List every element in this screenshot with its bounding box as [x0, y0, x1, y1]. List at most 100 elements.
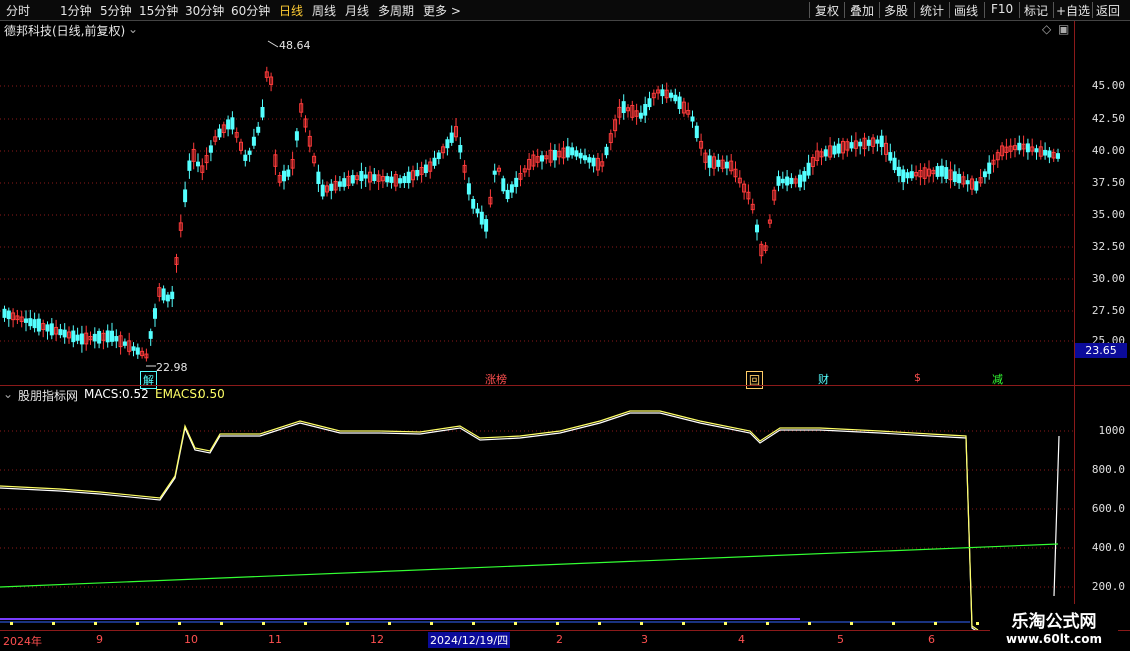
candle-body — [823, 149, 828, 157]
indicator-tick: 800.0 — [1091, 463, 1125, 476]
indicator-chart[interactable] — [0, 386, 1074, 630]
diamond-icon[interactable]: ◇ — [1042, 22, 1051, 36]
statistics-button[interactable]: 统计 — [920, 2, 944, 19]
candle-body — [896, 166, 901, 177]
period-tab-daily[interactable]: 日线 — [279, 2, 303, 19]
period-tab-intraday[interactable]: 分时 — [6, 2, 30, 19]
candle-body — [320, 184, 325, 197]
candle-body — [350, 175, 355, 184]
candle-body — [6, 310, 11, 320]
last-price-marker: 23.65 — [1075, 343, 1127, 358]
candle-body — [574, 150, 579, 157]
period-tab-15min[interactable]: 15分钟 — [139, 2, 178, 19]
candle-body — [974, 181, 979, 191]
more-label: 更多 — [423, 4, 448, 18]
candle-body — [806, 162, 811, 176]
add-favorite-button[interactable]: +自选 — [1056, 2, 1090, 19]
bottom-marker — [892, 622, 895, 625]
candle-body — [836, 143, 841, 154]
candle-body — [466, 183, 471, 195]
candle-body — [982, 171, 987, 178]
back-button[interactable]: 返回 — [1096, 2, 1120, 19]
candle-body — [514, 177, 519, 187]
candle-body — [583, 155, 587, 161]
bottom-marker — [136, 622, 139, 625]
candle-body — [32, 319, 37, 329]
fuquan-button[interactable]: 复权 — [815, 2, 839, 19]
period-tab-weekly[interactable]: 周线 — [312, 2, 336, 19]
candle-body — [832, 145, 837, 155]
candle-body — [638, 112, 643, 119]
candle-body — [716, 159, 721, 167]
candlestick-panel[interactable]: 德邦科技(日线,前复权) ⌄ ◇ ▣ 48.64 22.98 解 涨榜 回 财 … — [0, 21, 1074, 389]
candle-body — [316, 171, 321, 184]
bottom-marker — [514, 622, 517, 625]
candlestick-chart[interactable] — [0, 21, 1074, 386]
period-tab-multi[interactable]: 多周期 — [378, 2, 414, 19]
period-tab-30min[interactable]: 30分钟 — [185, 2, 224, 19]
candle-body — [92, 333, 97, 342]
watermark-title: 乐淘公式网 — [1011, 612, 1097, 632]
period-tab-60min[interactable]: 60分钟 — [231, 2, 270, 19]
candle-body — [75, 334, 80, 341]
date-label: 2 — [556, 633, 563, 646]
candle-body — [492, 170, 497, 175]
candle-body — [939, 165, 944, 177]
indicator-axis: 1000 800.0 600.0 400.0 200.0 — [1074, 386, 1130, 630]
candle-body — [587, 157, 592, 163]
candle-body — [28, 318, 33, 327]
panel-toggle-icon[interactable]: ▣ — [1058, 22, 1069, 36]
candle-body — [540, 155, 544, 162]
date-axis: 2024年 9 10 11 12 2024/12/19/四 2 3 4 5 6 — [0, 630, 1130, 651]
candle-body — [256, 126, 261, 133]
candle-body — [196, 161, 200, 167]
f10-button[interactable]: F10 — [991, 2, 1013, 16]
multi-stock-button[interactable]: 多股 — [884, 2, 908, 19]
price-tick: 42.50 — [1091, 112, 1125, 125]
bottom-marker — [766, 622, 769, 625]
price-axis: 45.00 42.50 40.00 37.50 35.00 32.50 30.0… — [1074, 21, 1130, 386]
period-tab-monthly[interactable]: 月线 — [345, 2, 369, 19]
candle-body — [36, 318, 41, 332]
candle-body — [1034, 148, 1039, 153]
candle-body — [952, 171, 957, 183]
candle-body — [251, 136, 256, 146]
candle-body — [445, 139, 450, 149]
bottom-marker — [808, 622, 811, 625]
date-label: 12 — [370, 633, 384, 646]
candle-body — [458, 144, 463, 153]
period-tab-1min[interactable]: 1分钟 — [60, 2, 92, 19]
period-tab-5min[interactable]: 5分钟 — [100, 2, 132, 19]
candle-body — [217, 128, 222, 138]
candle-body — [423, 164, 428, 174]
bottom-marker — [640, 622, 643, 625]
event-badge-dividend[interactable]: $ — [912, 371, 923, 384]
period-tab-more[interactable]: 更多 > — [423, 2, 461, 19]
indicator-panel[interactable]: ⌄ 股朋指标网 MACS: 0.52 EMACS: 0.50 — [0, 386, 1074, 630]
candle-body — [243, 154, 248, 161]
mark-button[interactable]: 标记 — [1024, 2, 1048, 19]
candle-body — [789, 177, 794, 185]
chevron-down-icon[interactable]: ⌄ — [128, 22, 138, 36]
candle-body — [694, 125, 699, 139]
bottom-marker — [724, 622, 727, 625]
candle-body — [858, 141, 863, 147]
low-price-label: 22.98 — [156, 361, 188, 374]
candle-body — [294, 131, 299, 141]
bottom-marker — [976, 622, 979, 625]
candle-body — [389, 176, 394, 183]
candle-body — [892, 157, 897, 171]
candle-body — [471, 198, 476, 209]
candle-body — [449, 132, 454, 143]
candle-body — [208, 145, 213, 153]
candle-body — [359, 171, 364, 182]
candle-body — [755, 224, 759, 233]
overlay-button[interactable]: 叠加 — [850, 2, 874, 19]
indicator-name[interactable]: 股朋指标网 — [18, 387, 78, 404]
period-toolbar: 分时 1分钟 5分钟 15分钟 30分钟 60分钟 日线 周线 月线 多周期 更… — [0, 0, 1130, 21]
draw-line-button[interactable]: 画线 — [954, 2, 978, 19]
chevron-down-icon[interactable]: ⌄ — [3, 387, 13, 401]
emacs-recovery-line — [1053, 435, 1060, 597]
date-label: 9 — [96, 633, 103, 646]
candle-body — [802, 171, 807, 182]
